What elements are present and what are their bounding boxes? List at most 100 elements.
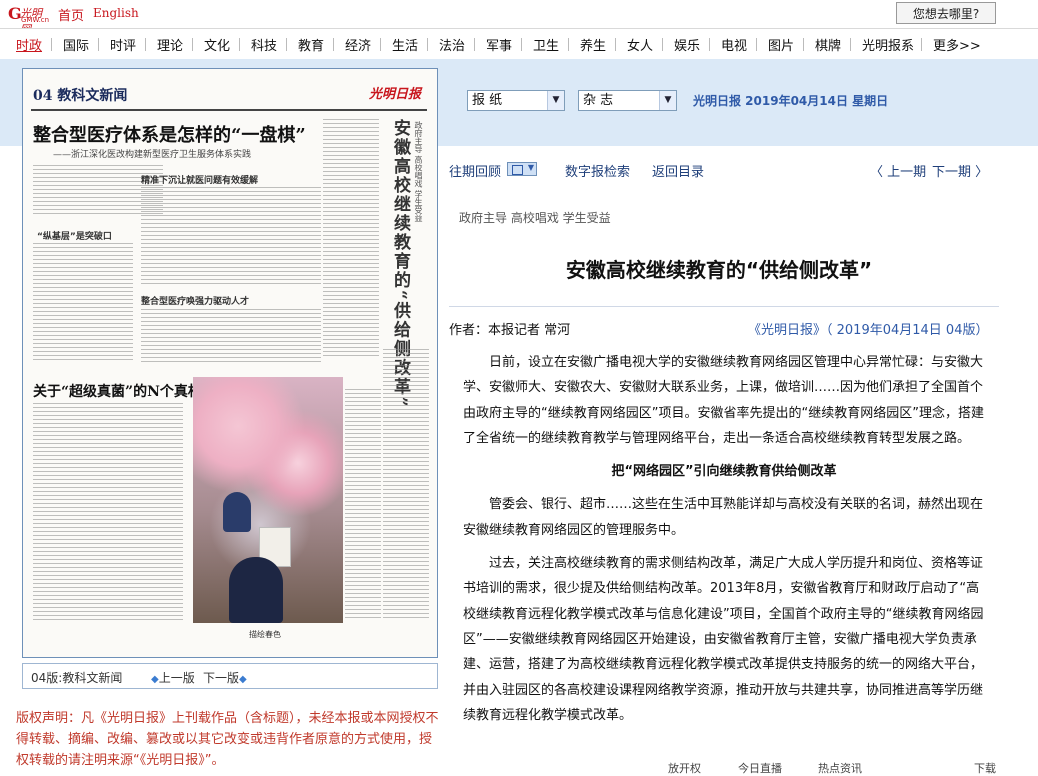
nav-separator (98, 38, 99, 51)
article-paragraph: 日前，设立在安徽广播电视大学的安徽继续教育网络园区管理中心异常忙碌：与安徽大学、… (463, 355, 984, 446)
digital-search-link[interactable]: 数字报检索 (565, 161, 630, 180)
newspaper-subhead-1: 精准下沉让就医问题有效缓解 (141, 176, 259, 186)
nav-item-life[interactable]: 生活 (392, 35, 418, 54)
text-column (323, 119, 379, 359)
bottom-item[interactable]: 放开权 (668, 760, 701, 776)
article-paragraph: 过去，关注高校继续教育的需求侧结构改革，满足广大成人学历提升和岗位、资格等证书培… (463, 556, 984, 723)
newspaper-subhead-2: “纵基层”是突破口 (37, 232, 112, 242)
photo-figure (229, 557, 283, 623)
chevron-left-icon: 〈 (870, 165, 888, 180)
newspaper-section: 04 教科文新闻 (33, 88, 128, 104)
nav-item-more[interactable]: 更多>> (933, 35, 981, 54)
nav-item-entertainment[interactable]: 娱乐 (674, 35, 700, 54)
newspaper-headline-fungus[interactable]: 关于“超级真菌”的N个真相 (33, 381, 202, 401)
photo-caption: 描绘春色 (249, 630, 281, 639)
nav-item-photos[interactable]: 图片 (768, 35, 794, 54)
page-label: 04版:教科文新闻 (31, 671, 123, 685)
back-to-catalog-link[interactable]: 返回目录 (652, 161, 704, 180)
english-link[interactable]: English (93, 6, 139, 20)
nav-item-education[interactable]: 教育 (298, 35, 324, 54)
article-author: 作者：本报记者 常河 (449, 323, 571, 338)
channel-nav: 时政 国际 时评 理论 文化 科技 教育 经济 生活 法治 军事 卫生 养生 女… (0, 28, 1038, 59)
nav-item-health[interactable]: 卫生 (533, 35, 559, 54)
newspaper-masthead: 04 教科文新闻 光明日报 (31, 79, 427, 111)
nav-separator (615, 38, 616, 51)
chevron-down-icon: ▼ (527, 163, 534, 172)
nav-item-economy[interactable]: 经济 (345, 35, 371, 54)
newspaper-subhead-3: 整合型医疗唤强力驱动人才 (141, 297, 250, 307)
next-issue-label: 下一期 (932, 165, 972, 180)
nav-item-theory[interactable]: 理论 (157, 35, 183, 54)
article-body: 日前，设立在安徽广播电视大学的安徽继续教育网络园区管理中心异常忙碌：与安徽大学、… (463, 350, 985, 736)
newspaper-logo: 光明日报 (368, 87, 421, 102)
nav-item-international[interactable]: 国际 (63, 35, 89, 54)
newspaper-photo[interactable] (193, 377, 343, 623)
article-source: 《光明日报》（ 2019年04月14日 04版） (748, 323, 989, 338)
nav-separator (521, 38, 522, 51)
nav-item-politics[interactable]: 时政 (16, 35, 42, 54)
text-column (141, 309, 321, 365)
nav-separator (286, 38, 287, 51)
prev-issue-link[interactable]: 〈 上一期 (870, 161, 926, 180)
gmw-logo[interactable]: G 光明网 GMW.cn (8, 4, 52, 36)
top-bar: G 光明网 GMW.cn 首页 English 您想去哪里? (0, 0, 1038, 36)
bottom-item[interactable]: 下载 (974, 760, 996, 776)
chevron-right-icon: 〉 (971, 165, 989, 180)
nav-item-gm-papers[interactable]: 光明报系 (862, 35, 914, 54)
next-issue-link[interactable]: 下一期 〉 (932, 161, 988, 180)
magazine-select-value: 杂 志 (583, 93, 614, 108)
calendar-icon (512, 165, 523, 175)
diamond-icon: ◆ (151, 674, 159, 685)
nav-item-law[interactable]: 法治 (439, 35, 465, 54)
copyright-notice: 版权声明：凡《光明日报》上刊载作品（含标题），未经本报或本网授权不得转载、摘编、… (16, 711, 439, 768)
chevron-down-icon: ▼ (659, 91, 676, 110)
newspaper-vertical-small: 政府主导 高校唱戏 学生受益 (414, 121, 423, 223)
nav-item-tv[interactable]: 电视 (721, 35, 747, 54)
next-page-link[interactable]: 下一版◆ (203, 669, 247, 686)
bottom-item[interactable]: 今日直播 (738, 760, 782, 776)
nav-separator (51, 38, 52, 51)
nav-item-military[interactable]: 军事 (486, 35, 512, 54)
nav-item-chess[interactable]: 棋牌 (815, 35, 841, 54)
newspaper-page-image[interactable]: 04 教科文新闻 光明日报 整合型医疗体系是怎样的“一盘棋” ——浙江深化医改构… (22, 68, 438, 658)
nav-separator (850, 38, 851, 51)
archive-link[interactable]: 往期回顾 (449, 161, 501, 180)
article-pre-title: 政府主导 高校唱戏 学生受益 (459, 211, 611, 225)
nav-separator (662, 38, 663, 51)
nav-item-wellness[interactable]: 养生 (580, 35, 606, 54)
home-link[interactable]: 首页 (58, 5, 84, 24)
photo-figure (223, 492, 251, 532)
nav-separator (380, 38, 381, 51)
text-column (33, 243, 133, 363)
prev-page-link[interactable]: ◆上一版 (151, 669, 195, 686)
magazine-select[interactable]: 杂 志 ▼ (578, 90, 677, 111)
chevron-down-icon: ▼ (547, 91, 564, 110)
title-divider (449, 306, 999, 307)
diamond-icon: ◆ (239, 674, 247, 685)
bottom-item[interactable]: 热点资讯 (818, 760, 862, 776)
prev-issue-label: 上一期 (887, 165, 927, 180)
text-column (383, 349, 429, 619)
text-column (345, 389, 381, 619)
nav-separator (568, 38, 569, 51)
nav-separator (921, 38, 922, 51)
prev-page-label: 上一版 (158, 671, 195, 685)
nav-item-culture[interactable]: 文化 (204, 35, 230, 54)
nav-item-women[interactable]: 女人 (627, 35, 653, 54)
logo-sub: GMW.cn (21, 16, 50, 24)
archive-calendar-button[interactable]: ▼ (507, 162, 537, 176)
nav-separator (709, 38, 710, 51)
page-nav-bar: 04版:教科文新闻 ◆上一版 下一版◆ (22, 663, 438, 689)
nav-item-commentary[interactable]: 时评 (110, 35, 136, 54)
nav-separator (756, 38, 757, 51)
where-to-go-button[interactable]: 您想去哪里? (896, 2, 996, 24)
newspaper-select-value: 报 纸 (472, 93, 503, 108)
newspaper-select[interactable]: 报 纸 ▼ (467, 90, 565, 111)
paper-date: 光明日报 2019年04月14日 星期日 (693, 94, 889, 108)
nav-item-tech[interactable]: 科技 (251, 35, 277, 54)
article-subheading: 把“网络园区”引向继续教育供给侧改革 (611, 464, 837, 480)
newspaper-headline-medical[interactable]: 整合型医疗体系是怎样的“一盘棋” (33, 121, 306, 147)
next-page-label: 下一版 (203, 671, 240, 685)
text-column (33, 403, 183, 623)
bottom-share-bar: 放开权 今日直播 热点资讯 下载 (640, 760, 1038, 776)
